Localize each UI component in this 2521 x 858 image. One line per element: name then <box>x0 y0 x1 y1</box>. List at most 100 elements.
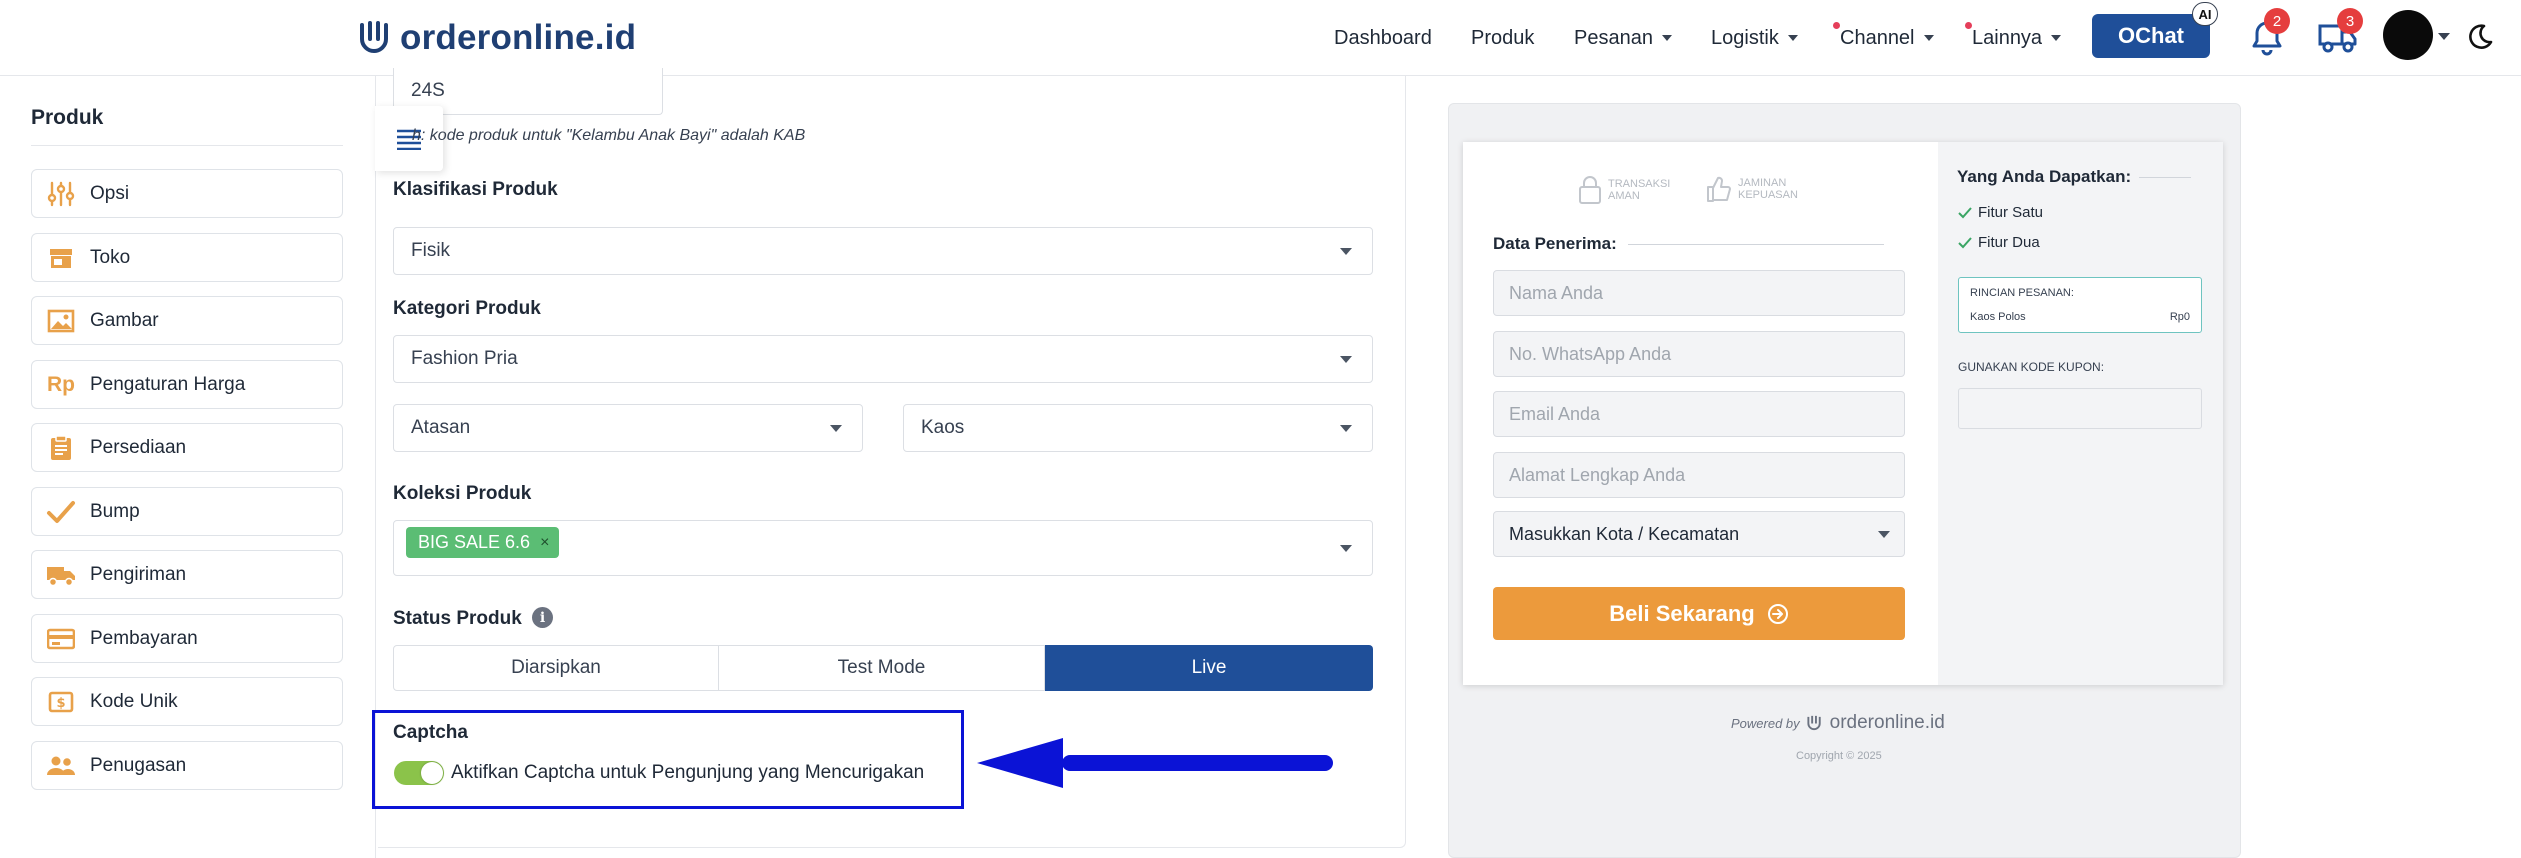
sidebar-item-label: Persediaan <box>90 436 187 458</box>
name-input[interactable]: Nama Anda <box>1493 270 1905 316</box>
divider <box>31 145 343 146</box>
chevron-down-icon[interactable] <box>2438 33 2450 40</box>
annotation-arrow-icon <box>977 738 1333 788</box>
product-code-hint: h: kode produk untuk "Kelambu Anak Bayi"… <box>412 127 806 144</box>
sidebar-item-label: Kode Unik <box>90 690 178 712</box>
check-icon <box>1958 206 1972 218</box>
status-option-label: Test Mode <box>837 657 926 678</box>
logo[interactable]: orderonline.id <box>358 14 636 62</box>
sidebar-item-gambar[interactable]: Gambar <box>31 296 343 345</box>
sidebar-item-pembayaran[interactable]: Pembayaran <box>31 614 343 663</box>
kategori-select[interactable]: Fashion Pria <box>393 335 1373 383</box>
nav-produk-label: Produk <box>1471 26 1535 49</box>
new-dot-icon <box>1833 22 1840 29</box>
klasifikasi-label: Klasifikasi Produk <box>393 179 558 200</box>
nav-dashboard-label: Dashboard <box>1334 26 1432 49</box>
chevron-down-icon <box>1340 248 1352 255</box>
sidebar-item-label: Opsi <box>90 182 130 204</box>
email-placeholder: Email Anda <box>1509 403 1601 424</box>
sidebar-item-kode-unik[interactable]: $ Kode Unik <box>31 677 343 726</box>
subkategori-2-value: Kaos <box>921 417 965 438</box>
klasifikasi-select[interactable]: Fisik <box>393 227 1373 275</box>
sliders-icon <box>46 181 76 207</box>
dark-mode-toggle[interactable] <box>2464 22 2494 52</box>
divider <box>1628 244 1884 245</box>
users-icon <box>46 753 76 779</box>
subkategori-value: Atasan <box>411 417 471 438</box>
sidebar-item-opsi[interactable]: Opsi <box>31 169 343 218</box>
powered-brand: orderonline.id <box>1829 712 1945 733</box>
status-testmode-button[interactable]: Test Mode <box>719 645 1045 691</box>
buy-now-button[interactable]: Beli Sekarang <box>1493 587 1905 640</box>
avatar[interactable] <box>2383 10 2433 60</box>
recipient-title: Data Penerima: <box>1493 234 1617 253</box>
city-select[interactable]: Masukkan Kota / Kecamatan <box>1493 511 1905 557</box>
nav-logistik-label: Logistik <box>1711 26 1779 49</box>
info-icon[interactable]: i <box>532 607 553 628</box>
trust-text: KEPUASAN <box>1738 189 1798 201</box>
sidebar-item-pengiriman[interactable]: Pengiriman <box>31 550 343 599</box>
sidebar-item-pengaturan-harga[interactable]: Rp Pengaturan Harga <box>31 360 343 409</box>
status-live-button[interactable]: Live <box>1045 645 1373 691</box>
lock-icon <box>1579 176 1601 204</box>
nav-pesanan[interactable]: Pesanan <box>1574 0 1672 76</box>
nav-lainnya[interactable]: Lainnya <box>1965 0 2062 76</box>
tag-remove-icon[interactable]: × <box>540 534 549 552</box>
new-dot-icon <box>1965 22 1972 29</box>
sidebar-item-label: Bump <box>90 500 140 522</box>
chevron-down-icon <box>830 425 842 432</box>
address-input[interactable]: Alamat Lengkap Anda <box>1493 452 1905 498</box>
sidebar-item-toko[interactable]: Toko <box>31 233 343 282</box>
benefit-item: Fitur Dua <box>1958 234 2040 251</box>
status-diarsipkan-button[interactable]: Diarsipkan <box>393 645 719 691</box>
nav-dashboard[interactable]: Dashboard <box>1334 0 1432 76</box>
status-option-label: Live <box>1191 657 1227 678</box>
sidebar-item-persediaan[interactable]: Persediaan <box>31 423 343 472</box>
trust-text: TRANSAKSI <box>1608 178 1671 190</box>
powered-by: Powered by orderonline.id <box>1731 712 1945 734</box>
nav-produk[interactable]: Produk <box>1471 0 1534 76</box>
svg-text:$: $ <box>56 696 65 711</box>
ai-badge: AI <box>2192 2 2218 26</box>
benefit-item: Fitur Satu <box>1958 204 2043 221</box>
sidebar-item-label: Pengaturan Harga <box>90 373 246 395</box>
chevron-down-icon <box>1661 35 1672 41</box>
nav-logistik[interactable]: Logistik <box>1711 0 1798 76</box>
order-item: Kaos Polos <box>1970 311 2026 323</box>
sidebar-title: Produk <box>31 106 104 129</box>
chevron-down-icon <box>1923 35 1934 41</box>
whatsapp-input[interactable]: No. WhatsApp Anda <box>1493 331 1905 377</box>
arrow-circle-right-icon <box>1767 603 1788 624</box>
order-title: RINCIAN PESANAN: <box>1970 287 2074 299</box>
shipping-count-badge: 3 <box>2337 8 2363 34</box>
status-option-label: Diarsipkan <box>511 657 601 678</box>
powered-by-text: Powered by <box>1731 715 1800 731</box>
ochat-button[interactable]: OChat <box>2092 14 2210 58</box>
captcha-toggle[interactable] <box>394 761 444 785</box>
subkategori-select[interactable]: Atasan <box>393 404 863 452</box>
chevron-down-icon <box>1340 425 1352 432</box>
captcha-toggle-label: Aktifkan Captcha untuk Pengunjung yang M… <box>451 762 925 783</box>
nav-lainnya-label: Lainnya <box>1972 26 2043 49</box>
subkategori-2-select[interactable]: Kaos <box>903 404 1373 452</box>
top-navbar: orderonline.id Dashboard Produk Pesanan … <box>0 0 2521 76</box>
sidebar-item-label: Pembayaran <box>90 627 198 649</box>
buy-now-label: Beli Sekarang <box>1609 600 1755 626</box>
email-input[interactable]: Email Anda <box>1493 391 1905 437</box>
ochat-label: OChat <box>2118 23 2184 48</box>
dollar-box-icon: $ <box>46 689 76 715</box>
benefit-label: Fitur Dua <box>1978 234 2040 251</box>
image-icon <box>46 308 76 334</box>
chevron-down-icon <box>1340 356 1352 363</box>
chevron-down-icon <box>1787 35 1798 41</box>
nav-channel[interactable]: Channel <box>1833 0 1934 76</box>
truck-icon <box>46 562 76 588</box>
logo-icon <box>360 21 388 53</box>
coupon-input[interactable] <box>1958 388 2202 429</box>
logo-icon <box>1807 715 1821 731</box>
sidebar-item-label: Toko <box>90 246 131 268</box>
trust-badge-guarantee: JAMINAN KEPUASAN <box>1706 175 1798 203</box>
sidebar-item-penugasan[interactable]: Penugasan <box>31 741 343 790</box>
sidebar-item-bump[interactable]: Bump <box>31 487 343 536</box>
divider <box>2139 177 2191 178</box>
